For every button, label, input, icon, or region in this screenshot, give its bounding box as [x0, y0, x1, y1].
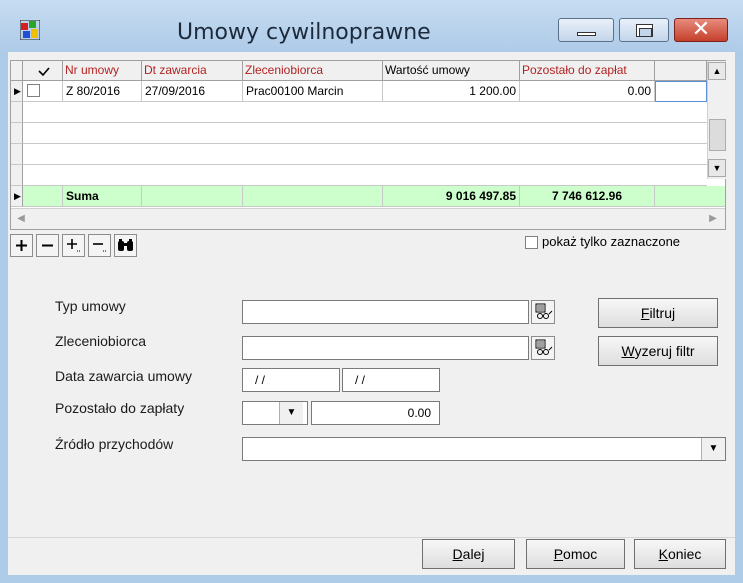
minus-multi-icon	[93, 243, 106, 252]
contracts-grid[interactable]: Nr umowy Dt zawarcia Zleceniobiorca Wart…	[10, 60, 726, 230]
footer-divider	[8, 537, 735, 538]
column-header-remaining[interactable]: Pozostało do zapłat	[520, 61, 655, 81]
type-lookup-button[interactable]	[531, 300, 555, 324]
show-only-checked-checkbox[interactable]	[525, 236, 538, 249]
filter-button[interactable]: Filtruj	[598, 298, 718, 328]
maximize-button[interactable]	[619, 18, 669, 42]
app-window: Umowy cywilnoprawne ✕ Nr umowy Dt zawarc…	[0, 0, 743, 583]
app-icon[interactable]	[19, 19, 41, 41]
show-only-checked-label[interactable]: pokaż tylko zaznaczone	[542, 234, 680, 249]
minus-icon	[42, 244, 53, 247]
add-multiple-button[interactable]	[62, 234, 85, 257]
scroll-down-icon[interactable]: ▼	[708, 159, 726, 177]
sum-label: Suma	[63, 186, 142, 207]
window-title: Umowy cywilnoprawne	[177, 20, 431, 45]
scroll-right-icon[interactable]: ▶	[705, 211, 721, 227]
help-button-accel: P	[553, 546, 564, 562]
sum-value: 9 016 497.85	[383, 186, 520, 207]
lookup-icon	[535, 339, 553, 355]
minimize-button[interactable]	[558, 18, 614, 42]
source-select[interactable]: ▼	[242, 437, 726, 461]
delete-multiple-button[interactable]	[88, 234, 111, 257]
sum-cell-date	[142, 186, 243, 207]
table-row[interactable]	[23, 144, 707, 165]
row-indicator	[11, 123, 23, 144]
table-row[interactable]	[23, 102, 707, 123]
row-indicator-icon: ▶	[11, 81, 23, 102]
column-header-value[interactable]: Wartość umowy	[383, 61, 520, 81]
date-from-input[interactable]: / /	[242, 368, 340, 392]
type-label: Typ umowy	[55, 298, 126, 314]
sum-cell-empty	[655, 186, 725, 207]
source-label: Źródło przychodów	[55, 436, 174, 452]
plus-icon	[16, 240, 27, 251]
search-button[interactable]	[114, 234, 137, 257]
contractor-input[interactable]	[242, 336, 529, 360]
column-header-empty	[655, 61, 707, 81]
cell-remaining[interactable]: 0.00	[520, 81, 655, 102]
plus-multi-icon	[67, 239, 80, 252]
next-button-accel: D	[452, 546, 463, 562]
check-column-header[interactable]	[23, 61, 63, 81]
sum-remaining: 7 746 612.96	[520, 186, 655, 207]
add-record-button[interactable]	[10, 234, 33, 257]
cell-value[interactable]: 1 200.00	[383, 81, 520, 102]
type-input[interactable]	[242, 300, 529, 324]
remaining-label: Pozostało do zapłaty	[55, 400, 185, 416]
column-header-date[interactable]: Dt zawarcia	[142, 61, 243, 81]
contractor-label: Zleceniobiorca	[55, 333, 147, 349]
reset-filter-button[interactable]: Wyzeruj filtr	[598, 336, 718, 366]
row-indicator	[11, 165, 23, 186]
close-icon: ✕	[691, 17, 711, 42]
remaining-operator-select[interactable]: ▼	[242, 401, 308, 425]
row-indicator	[11, 102, 23, 123]
scroll-up-icon[interactable]: ▲	[708, 62, 726, 80]
next-button-label: alej	[462, 546, 485, 562]
title-bar[interactable]: Umowy cywilnoprawne ✕	[0, 0, 743, 52]
maximize-icon	[636, 24, 653, 37]
sum-row-indicator-icon: ▶	[11, 186, 23, 207]
help-button-label: omoc	[563, 546, 598, 562]
checkmark-icon	[37, 67, 50, 77]
delete-record-button[interactable]	[36, 234, 59, 257]
table-row[interactable]	[23, 123, 707, 144]
column-header-contractor[interactable]: Zleceniobiorca	[243, 61, 383, 81]
date-label: Data zawarcia umowy	[55, 368, 192, 384]
cell-date[interactable]: 27/09/2016	[142, 81, 243, 102]
row-indicator	[11, 144, 23, 165]
chevron-down-icon[interactable]: ▼	[701, 438, 725, 460]
row-checkbox-cell[interactable]	[23, 81, 63, 102]
table-row[interactable]	[23, 165, 707, 186]
sum-cell-check	[23, 186, 63, 207]
vertical-scrollbar[interactable]: ▲ ▼	[707, 61, 726, 179]
end-button-label: oniec	[667, 546, 702, 562]
lookup-icon	[535, 303, 553, 319]
end-button[interactable]: Koniec	[634, 539, 726, 569]
cell-contractor[interactable]: Prac00100 Marcin	[243, 81, 383, 102]
filter-button-label: iltruj	[649, 305, 676, 321]
contractor-lookup-button[interactable]	[531, 336, 555, 360]
end-button-accel: K	[658, 546, 668, 562]
chevron-down-icon[interactable]: ▼	[279, 402, 303, 424]
binoculars-icon	[118, 239, 133, 251]
reset-button-label: yzeruj filtr	[634, 343, 695, 359]
remaining-value-input[interactable]: 0.00	[311, 401, 440, 425]
help-button[interactable]: Pomoc	[526, 539, 625, 569]
close-button[interactable]: ✕	[674, 18, 728, 42]
row-checkbox[interactable]	[27, 84, 40, 97]
scroll-thumb[interactable]	[709, 119, 726, 151]
cell-nr[interactable]: Z 80/2016	[63, 81, 142, 102]
scroll-left-icon[interactable]: ◀	[13, 211, 29, 227]
cell-empty[interactable]	[655, 81, 707, 102]
column-header-nr[interactable]: Nr umowy	[63, 61, 142, 81]
horizontal-scrollbar[interactable]: ◀ ▶	[11, 208, 725, 229]
next-button[interactable]: Dalej	[422, 539, 515, 569]
reset-button-accel: W	[621, 343, 635, 359]
minimize-icon	[577, 32, 596, 36]
sum-cell-contractor	[243, 186, 383, 207]
row-indicator-header	[11, 61, 23, 81]
date-to-input[interactable]: / /	[342, 368, 440, 392]
